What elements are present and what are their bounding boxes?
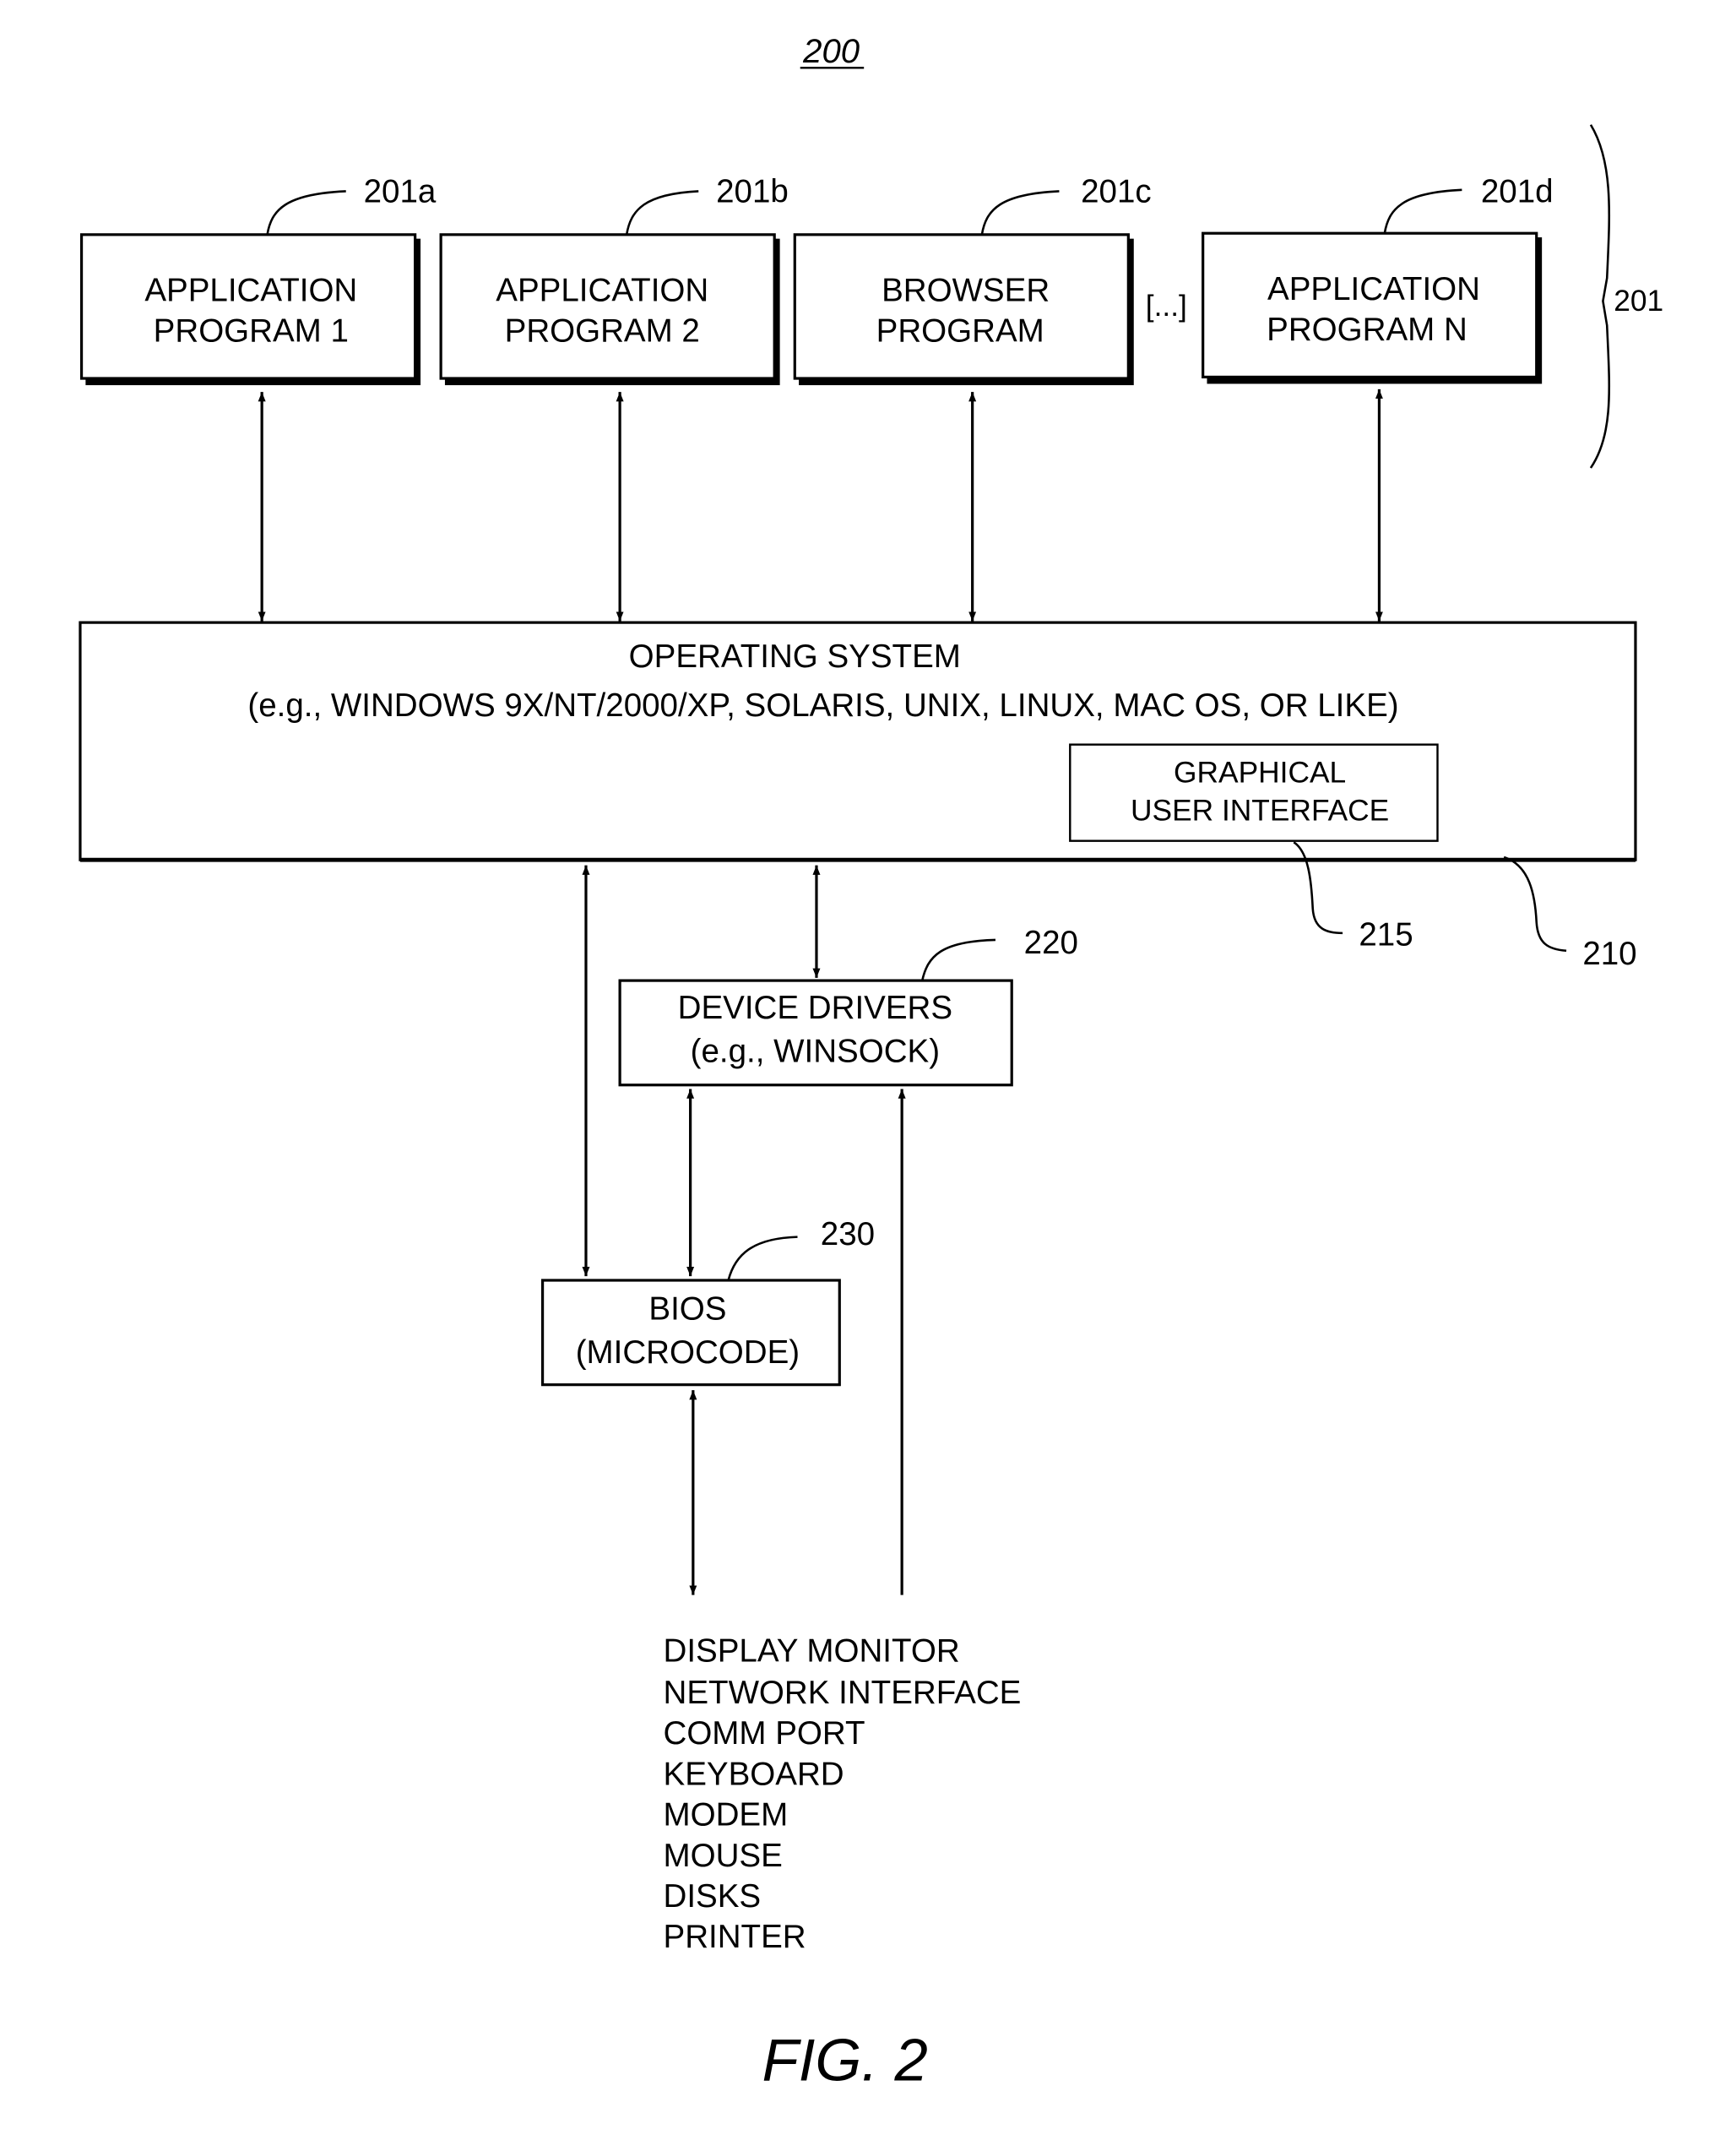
ellipsis: [...] — [1146, 290, 1187, 323]
browser-box-line1: BROWSER — [882, 273, 1050, 309]
app-box-n-line2: PROGRAM N — [1267, 312, 1467, 348]
ref-215: 215 — [1359, 916, 1413, 953]
bios-line2: (MICROCODE) — [576, 1334, 800, 1371]
device-item: MODEM — [664, 1797, 789, 1833]
leader-210 — [1503, 856, 1567, 953]
ref-201c: 201c — [1081, 173, 1152, 209]
ref-201d: 201d — [1481, 173, 1554, 209]
ref-201a: 201a — [364, 173, 437, 209]
ref-230: 230 — [821, 1216, 875, 1252]
browser-box-line2: PROGRAM — [876, 313, 1044, 350]
bios-box: BIOS (MICROCODE) — [540, 1279, 841, 1387]
figure-number: 200 — [802, 32, 860, 70]
gui-line2: USER INTERFACE — [1131, 795, 1389, 828]
group-brace — [1589, 124, 1611, 469]
figure-caption: FIG. 2 — [762, 2026, 928, 2093]
bios-line1: BIOS — [648, 1291, 726, 1328]
device-item: NETWORK INTERFACE — [664, 1675, 1022, 1711]
diagram-canvas: 200 APPLICATION PROGRAM 1 201a APPLICATI… — [79, 32, 1663, 2093]
device-list: DISPLAY MONITOR NETWORK INTERFACE COMM P… — [664, 1632, 1022, 1955]
drivers-line2: (e.g., WINSOCK) — [691, 1033, 940, 1069]
device-item: PRINTER — [664, 1919, 806, 1955]
os-subtitle: (e.g., WINDOWS 9X/NT/2000/XP, SOLARIS, U… — [247, 687, 1398, 724]
ref-220: 220 — [1024, 925, 1078, 961]
device-item: MOUSE — [664, 1838, 783, 1874]
gui-line1: GRAPHICAL — [1174, 757, 1346, 790]
device-drivers-box: DEVICE DRIVERS (e.g., WINSOCK) — [618, 979, 1013, 1087]
drivers-line1: DEVICE DRIVERS — [678, 990, 952, 1026]
device-item: DISKS — [664, 1878, 762, 1915]
ref-210: 210 — [1582, 936, 1636, 972]
app-box-2-line2: PROGRAM 2 — [505, 313, 700, 350]
app-box-2-line1: APPLICATION — [496, 273, 708, 309]
os-title: OPERATING SYSTEM — [629, 638, 961, 675]
device-item: DISPLAY MONITOR — [664, 1632, 960, 1669]
ref-201b: 201b — [716, 173, 789, 209]
app-box-2: APPLICATION PROGRAM 2 201b — [439, 173, 789, 386]
device-item: KEYBOARD — [664, 1756, 844, 1792]
app-box-n-line1: APPLICATION — [1267, 271, 1480, 307]
browser-box: BROWSER PROGRAM 201c — [793, 173, 1152, 386]
app-box-1-line2: PROGRAM 1 — [154, 313, 349, 350]
ref-201: 201 — [1614, 285, 1663, 318]
app-box-1: APPLICATION PROGRAM 1 201a — [79, 173, 437, 386]
leader-220 — [920, 938, 995, 981]
app-box-n: APPLICATION PROGRAM N 201d — [1202, 173, 1554, 384]
os-box: OPERATING SYSTEM (e.g., WINDOWS 9X/NT/20… — [79, 621, 1637, 862]
leader-230 — [727, 1236, 798, 1281]
device-item: COMM PORT — [664, 1715, 865, 1752]
app-box-1-line1: APPLICATION — [144, 273, 357, 309]
